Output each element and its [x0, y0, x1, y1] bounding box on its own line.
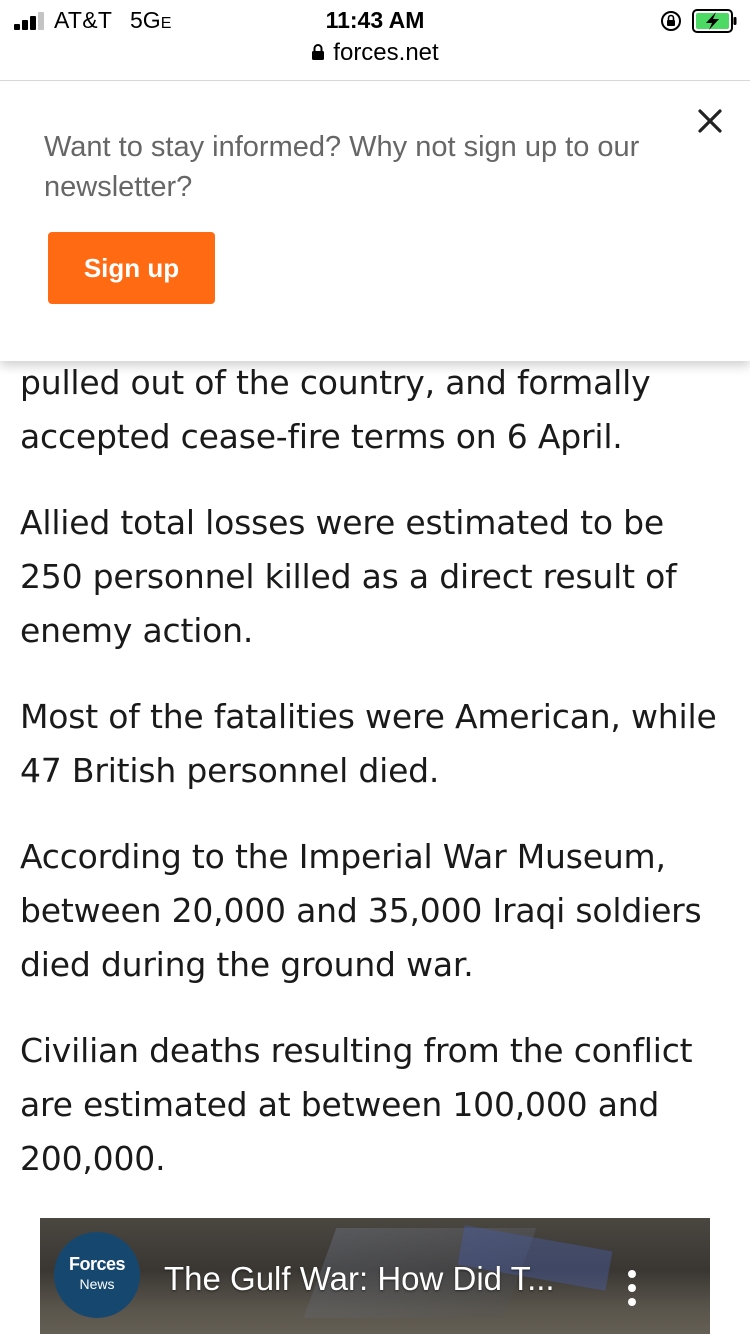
url-display[interactable]: forces.net	[0, 39, 750, 67]
video-embed[interactable]: Forces News The Gulf War: How Did T...	[40, 1218, 710, 1334]
channel-logo-subtext: News	[79, 1276, 115, 1292]
more-vertical-icon[interactable]	[624, 1270, 640, 1306]
lock-icon	[312, 44, 325, 60]
address-bar[interactable]: forces.net	[0, 39, 750, 81]
status-time: 11:43 AM	[325, 7, 425, 33]
browser-page: AT&T 5GE 11:43 AM forces.net Want to sta…	[0, 0, 750, 1334]
battery-charging-icon	[692, 9, 737, 33]
channel-logo[interactable]: Forces News	[54, 1232, 140, 1318]
newsletter-message: Want to stay informed? Why not sign up t…	[44, 131, 640, 203]
article-body: pulled out of the country, and formally …	[20, 356, 730, 1218]
video-title[interactable]: The Gulf War: How Did T...	[164, 1260, 584, 1298]
article-paragraph: Allied total losses were estimated to be…	[20, 503, 677, 650]
channel-logo-text: Forces	[68, 1254, 126, 1274]
rotation-lock-icon	[661, 11, 681, 31]
article-paragraph: According to the Imperial War Museum, be…	[20, 837, 702, 984]
url-domain: forces.net	[333, 39, 439, 66]
close-icon[interactable]	[694, 105, 726, 137]
signup-button[interactable]: Sign up	[48, 232, 215, 304]
article-paragraph: Civilian deaths resulting from the confl…	[20, 1031, 693, 1178]
article-paragraph: pulled out of the country, and formally …	[20, 363, 651, 456]
newsletter-banner: Want to stay informed? Why not sign up t…	[0, 81, 750, 361]
article-paragraph: Most of the fatalities were American, wh…	[20, 697, 717, 790]
status-bar: AT&T 5GE 11:43 AM	[0, 0, 750, 42]
